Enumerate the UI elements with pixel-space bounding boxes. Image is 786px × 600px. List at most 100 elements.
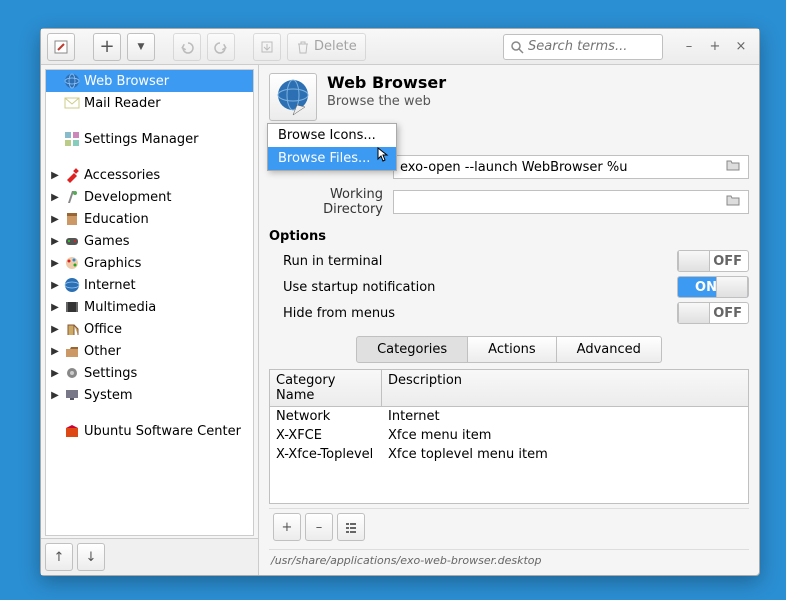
development-icon [64,189,80,205]
option-label: Run in terminal [283,254,382,269]
categories-table: Category NameDescription NetworkInternet… [269,369,749,504]
detail-tabs: CategoriesActionsAdvanced [356,336,662,363]
sidebar-item-label: Other [84,344,121,359]
sidebar-item-games[interactable]: ▶Games [46,230,253,252]
sidebar-item-education[interactable]: ▶Education [46,208,253,230]
titlebar: + ▼ Delete – + × [41,29,759,65]
options-section-label: Options [269,229,749,244]
tab-actions[interactable]: Actions [467,336,557,363]
globe-icon [64,73,80,89]
icon-context-menu: Browse Icons...Browse Files... [267,123,397,171]
toggle-run-in-terminal[interactable]: OFF [677,250,749,272]
games-icon [64,233,80,249]
minimize-button[interactable]: – [677,35,701,59]
tab-advanced[interactable]: Advanced [556,336,662,363]
sidebar-item-graphics[interactable]: ▶Graphics [46,252,253,274]
browse-command-button[interactable] [726,159,742,175]
sidebar-item-development[interactable]: ▶Development [46,186,253,208]
sidebar-item-label: Internet [84,278,136,293]
usc-icon [64,423,80,439]
category-list-button[interactable] [337,513,365,541]
sidebar-item-label: Office [84,322,122,337]
option-label: Hide from menus [283,306,395,321]
menu-item-browse-files[interactable]: Browse Files... [268,147,396,170]
sidebar-item-accessories[interactable]: ▶Accessories [46,164,253,186]
internet-icon [64,277,80,293]
column-header[interactable]: Description [382,370,748,406]
add-category-button[interactable]: + [273,513,301,541]
browse-workdir-button[interactable] [726,194,742,210]
sidebar-item-office[interactable]: ▶Office [46,318,253,340]
table-cell: Network [270,407,382,426]
sidebar-item-settings[interactable]: ▶Settings [46,362,253,384]
mail-icon [64,95,80,111]
globe-icon [273,77,313,117]
sidebar-item-internet[interactable]: ▶Internet [46,274,253,296]
sidebar-item-label: Games [84,234,129,249]
move-up-button[interactable]: ↑ [45,543,73,571]
app-tree[interactable]: Web Browser Mail Reader Settings Manager ▶A… [45,69,254,536]
sidebar-item-label: Education [84,212,149,227]
maximize-button[interactable]: + [703,35,727,59]
remove-category-button[interactable]: – [305,513,333,541]
sidebar-item-label: Settings [84,366,137,381]
app-icon-button[interactable] [269,73,317,121]
search-input-wrapper[interactable] [503,34,663,60]
status-path: /usr/share/applications/exo-web-browser.… [269,549,749,571]
column-header[interactable]: Category Name [270,370,382,406]
table-cell: Internet [382,407,748,426]
tab-categories[interactable]: Categories [356,336,468,363]
multimedia-icon [64,299,80,315]
app-description: Browse the web [327,94,446,109]
close-button[interactable]: × [729,35,753,59]
table-cell: X-Xfce-Toplevel [270,445,382,464]
education-icon [64,211,80,227]
sidebar-item-web-browser[interactable]: Web Browser [46,70,253,92]
redo-button[interactable] [207,33,235,61]
sidebar: Web Browser Mail Reader Settings Manager ▶A… [41,65,259,575]
export-button[interactable] [253,33,281,61]
sidebar-item-label: Accessories [84,168,160,183]
table-cell: Xfce menu item [382,426,748,445]
table-row[interactable]: X-XFCEXfce menu item [270,426,748,445]
table-cell: Xfce toplevel menu item [382,445,748,464]
sidebar-item-system[interactable]: ▶System [46,384,253,406]
office-icon [64,321,80,337]
menu-item-browse-icons[interactable]: Browse Icons... [268,124,396,147]
add-menu-dropdown[interactable]: ▼ [127,33,155,61]
sidebar-item-label: Graphics [84,256,141,271]
delete-label: Delete [314,39,357,54]
sidebar-item-label: Ubuntu Software Center [84,424,241,439]
sidebar-item-label: System [84,388,132,403]
settings-manager-icon [64,131,80,147]
command-input[interactable]: exo-open --launch WebBrowser %u [393,155,749,179]
delete-button[interactable]: Delete [287,33,366,61]
sidebar-item-label: Web Browser [84,74,169,89]
accessories-icon [64,167,80,183]
sidebar-item-multimedia[interactable]: ▶Multimedia [46,296,253,318]
sidebar-item-label: Mail Reader [84,96,161,111]
main-pane: Web Browser Browse the web Browse Icons.… [259,65,759,575]
sidebar-item-label: Settings Manager [84,132,198,147]
table-row[interactable]: NetworkInternet [270,407,748,426]
graphics-icon [64,255,80,271]
edit-config-button[interactable] [47,33,75,61]
undo-button[interactable] [173,33,201,61]
trash-icon [296,40,310,54]
add-button[interactable]: + [93,33,121,61]
settings-icon [64,365,80,381]
table-row[interactable]: X-Xfce-ToplevelXfce toplevel menu item [270,445,748,464]
sidebar-item-label: Development [84,190,172,205]
toggle-use-startup-notification[interactable]: ON [677,276,749,298]
sidebar-item-ubuntu-software-center[interactable]: Ubuntu Software Center [46,420,253,442]
sidebar-item-mail-reader[interactable]: Mail Reader [46,92,253,114]
sidebar-item-other[interactable]: ▶Other [46,340,253,362]
search-input[interactable] [528,39,656,54]
option-label: Use startup notification [283,280,435,295]
move-down-button[interactable]: ↓ [77,543,105,571]
table-cell: X-XFCE [270,426,382,445]
workdir-label: Working Directory [269,187,387,217]
workdir-input[interactable] [393,190,749,214]
toggle-hide-from-menus[interactable]: OFF [677,302,749,324]
sidebar-item-settings-manager[interactable]: Settings Manager [46,128,253,150]
